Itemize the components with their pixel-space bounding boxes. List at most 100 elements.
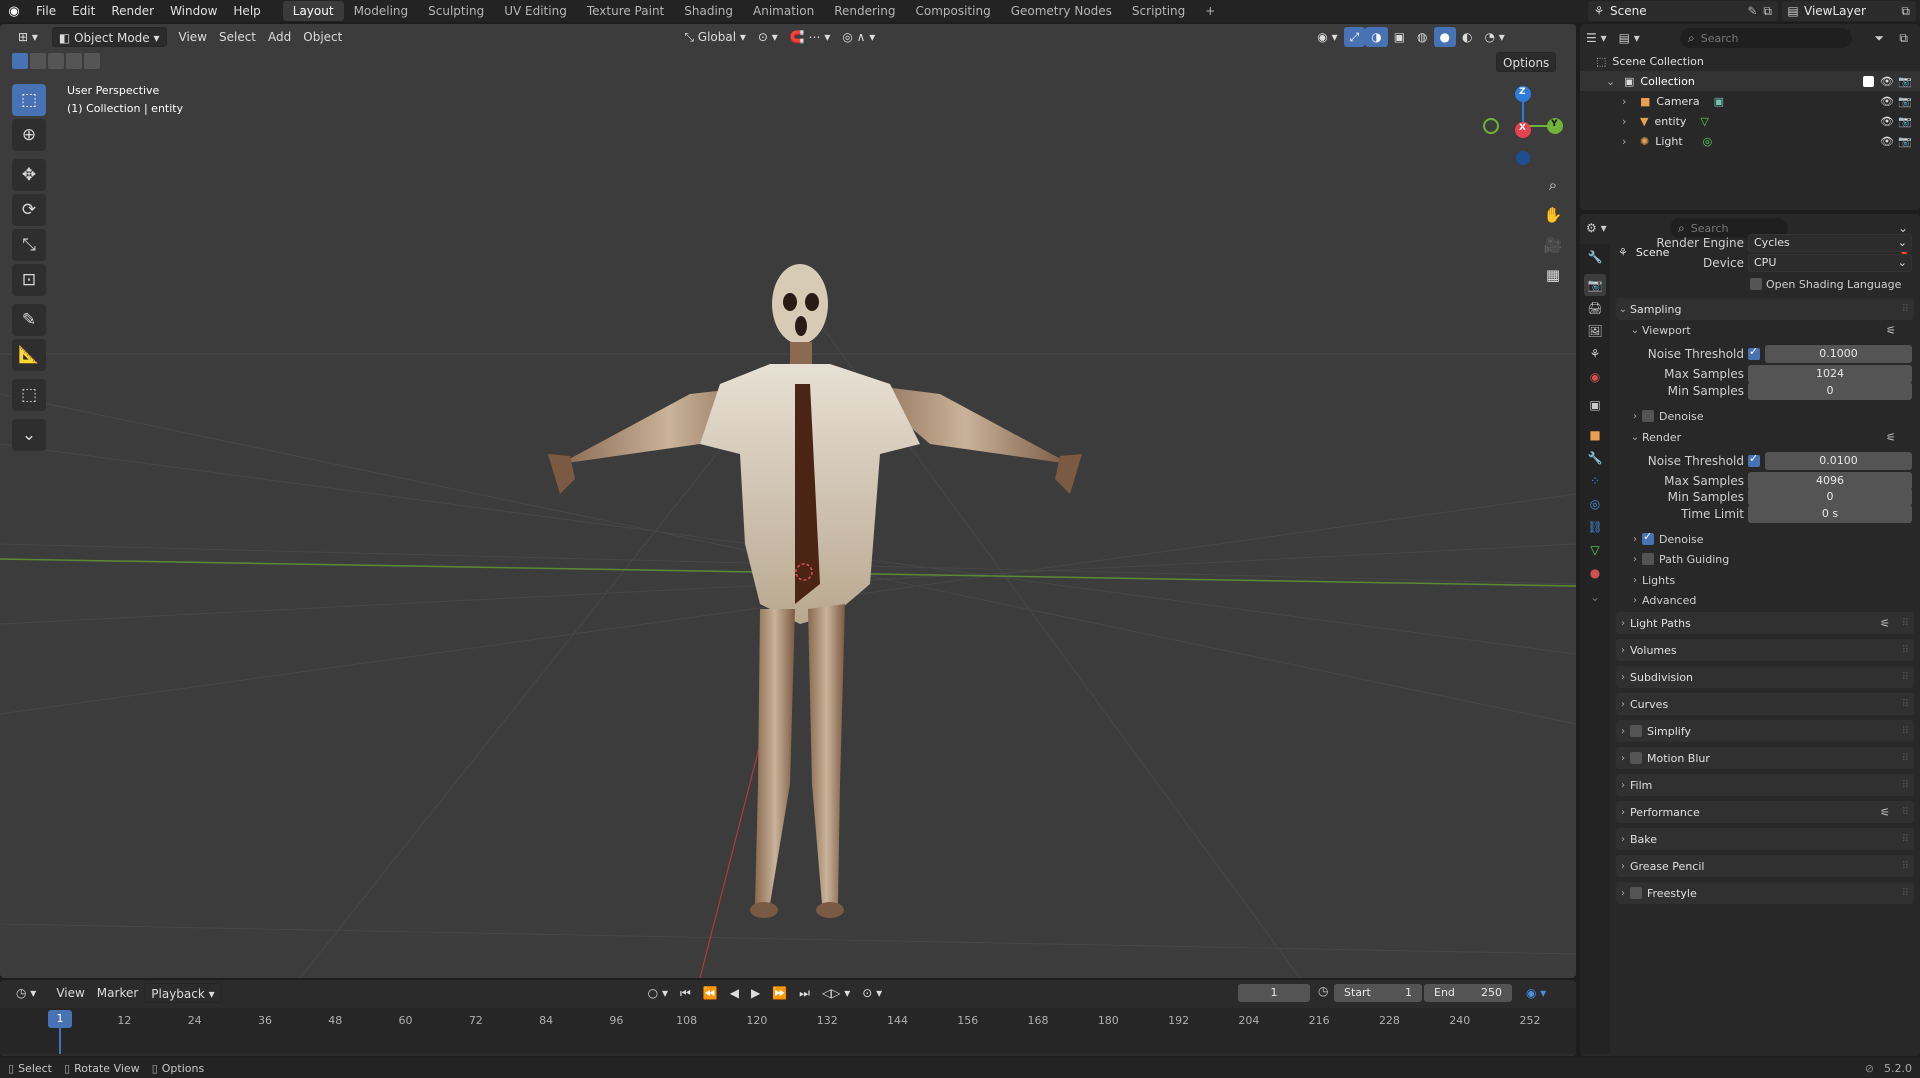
material-tab-icon[interactable]: ● (1584, 562, 1606, 584)
editor-type-icon[interactable]: ⊞ ▾ (12, 27, 44, 47)
render-time-limit-field[interactable]: 0 s (1748, 505, 1912, 523)
camera-visibility-icon[interactable]: 👁 (1880, 95, 1894, 108)
mode-selector[interactable]: ◧ Object Mode ▾ (51, 27, 167, 47)
jump-start-icon[interactable]: ⏮ (674, 983, 697, 1003)
viewport-max-samples-field[interactable]: 1024 (1748, 365, 1912, 383)
transform-orientation-selector[interactable]: ⤡ Global ▾ (678, 27, 752, 47)
panel-presets-icon[interactable]: ⚟ (1880, 617, 1890, 630)
filter-icon[interactable]: ⏷ (1874, 31, 1884, 46)
new-scene-icon[interactable]: ⧉ (1763, 4, 1772, 19)
render-subpanel-header[interactable]: ⌄ Render ⚟ (1628, 427, 1912, 447)
panel-simplify[interactable]: › Simplify ⠿ (1616, 720, 1914, 742)
move-tool[interactable]: ✥ (12, 159, 46, 191)
panel-grip-icon[interactable]: ⠿ (1902, 726, 1909, 737)
zoom-icon[interactable]: ⌕ (1540, 172, 1566, 198)
path-guiding-header[interactable]: › Path Guiding (1628, 549, 1912, 569)
tab-compositing[interactable]: Compositing (905, 1, 1000, 21)
rendered-shading-icon[interactable]: ◔ ▾ (1479, 27, 1511, 47)
pan-hand-icon[interactable]: ✋ (1540, 202, 1566, 228)
record-icon[interactable]: ○ ▾ (642, 983, 674, 1003)
render-presets-icon[interactable]: ⚟ (1886, 431, 1896, 444)
snap-icon[interactable]: 🧲 ⋯ ▾ (784, 27, 837, 47)
timeline-editor-icon[interactable]: ◷ ▾ (10, 983, 42, 1003)
properties-editor-icon[interactable]: ⚙ ▾ (1586, 221, 1607, 235)
outliner-item-camera[interactable]: › ■ Camera ▣ 👁 📷 (1580, 91, 1920, 111)
panel-bake[interactable]: › Bake ⠿ (1616, 828, 1914, 850)
visibility-icon[interactable]: ◉ ▾ (1311, 27, 1343, 47)
view-layer-tab-icon[interactable]: 🖼 (1584, 320, 1606, 342)
tab-uv-editing[interactable]: UV Editing (494, 1, 577, 21)
collection-render-icon[interactable]: 📷 (1898, 75, 1912, 88)
panel-checkbox[interactable] (1630, 752, 1642, 764)
select-invert-icon[interactable] (66, 53, 82, 69)
panel-grip-icon[interactable]: ⠿ (1902, 780, 1909, 791)
auto-key-icon[interactable]: ⊙ ▾ (856, 983, 888, 1003)
transform-origin-tool[interactable]: ⌄ (12, 419, 46, 451)
particles-tab-icon[interactable]: ⁘ (1584, 470, 1606, 492)
timeline[interactable]: ◷ ▾ View Marker Playback ▾ ○ ▾ ⏮ ⏪ ◀ ▶ ⏩… (0, 980, 1576, 1056)
transform-tool[interactable]: ⊡ (12, 264, 46, 296)
tab-scripting[interactable]: Scripting (1122, 1, 1195, 21)
timeline-track[interactable] (0, 1008, 1576, 1054)
menu-window[interactable]: Window (162, 0, 225, 22)
viewport-menu-view[interactable]: View (173, 27, 213, 47)
wireframe-shading-icon[interactable]: ◍ (1411, 27, 1433, 47)
scene-tab-icon[interactable]: ⚘ (1584, 343, 1606, 365)
panel-checkbox[interactable] (1630, 725, 1642, 737)
osl-checkbox[interactable] (1750, 278, 1762, 290)
panel-curves[interactable]: › Curves ⠿ (1616, 693, 1914, 715)
outliner-collection[interactable]: ⌄ ▣ Collection 👁 📷 (1580, 71, 1920, 91)
panel-grip-icon[interactable]: ⠿ (1902, 618, 1909, 629)
outliner-item-light[interactable]: › ✺ Light ◎ 👁 📷 (1580, 131, 1920, 151)
tab-geometry-nodes[interactable]: Geometry Nodes (1001, 1, 1122, 21)
solid-shading-icon[interactable]: ● (1433, 27, 1457, 47)
perspective-toggle-icon[interactable]: ▦ (1540, 262, 1566, 288)
light-render-icon[interactable]: 📷 (1898, 135, 1912, 148)
outliner-search-input[interactable]: ⌕ Search (1680, 28, 1852, 48)
render-noise-threshold-field[interactable]: 0.0100 (1765, 452, 1912, 470)
new-view-layer-icon[interactable]: ⧉ (1901, 4, 1910, 19)
viewport-menu-add[interactable]: Add (262, 27, 297, 47)
play-reverse-icon[interactable]: ◀ (724, 983, 745, 1003)
object-tab-icon[interactable]: ■ (1584, 424, 1606, 446)
render-denoise-header[interactable]: › Denoise (1628, 529, 1912, 549)
panel-grip-icon[interactable]: ⠿ (1902, 861, 1909, 872)
constraints-tab-icon[interactable]: ⛓ (1584, 516, 1606, 538)
camera-view-icon[interactable]: 🎥 (1540, 232, 1566, 258)
data-tab-icon[interactable]: ▽ (1584, 539, 1606, 561)
panel-light-paths[interactable]: › Light Paths ⚟ ⠿ (1616, 612, 1914, 634)
render-tab-icon[interactable]: 📷 (1584, 274, 1606, 296)
modifier-tab-icon[interactable]: 🔧 (1584, 447, 1606, 469)
select-extend-icon[interactable] (30, 53, 46, 69)
collection-tab-icon[interactable]: ▣ (1584, 394, 1606, 416)
current-frame-field[interactable]: 1 (1238, 984, 1310, 1002)
path-guiding-checkbox[interactable] (1642, 553, 1654, 565)
outliner-item-entity[interactable]: › ▼ entity ▽ 👁 📷 (1580, 111, 1920, 131)
panel-grip-icon[interactable]: ⠿ (1902, 888, 1909, 899)
end-frame-field[interactable]: End 250 (1424, 984, 1512, 1002)
lights-subpanel-header[interactable]: › Lights (1628, 570, 1912, 590)
material-shading-icon[interactable]: ◐ (1456, 27, 1478, 47)
add-workspace-button[interactable]: + (1195, 1, 1225, 21)
playhead-frame-badge[interactable]: 1 (48, 1010, 72, 1028)
panel-performance[interactable]: › Performance ⚟ ⠿ (1616, 801, 1914, 823)
viewport-noise-threshold-field[interactable]: 0.1000 (1765, 345, 1912, 363)
output-tab-icon[interactable]: 🖨 (1584, 297, 1606, 319)
osl-row[interactable]: Open Shading Language (1750, 274, 1910, 294)
overlay-toggle-icon[interactable]: ◑ (1365, 27, 1388, 47)
3d-viewport[interactable]: Z Y X ⊞ ▾ ◧ Object Mode ▾ View Select Ad… (0, 24, 1576, 978)
expand-entity-icon[interactable]: › (1622, 115, 1634, 128)
timeline-menu-playback[interactable]: Playback ▾ (144, 983, 222, 1003)
tab-sculpting[interactable]: Sculpting (418, 1, 494, 21)
collection-checkbox[interactable] (1863, 73, 1874, 87)
select-subtract-icon[interactable] (48, 53, 64, 69)
add-cube-tool[interactable]: ⬚ (12, 379, 46, 411)
panel-grip-icon[interactable]: ⠿ (1902, 753, 1909, 764)
keying-icon[interactable]: ◁▷ ▾ (816, 983, 856, 1003)
panel-film[interactable]: › Film ⠿ (1616, 774, 1914, 796)
light-visibility-icon[interactable]: 👁 (1880, 135, 1894, 148)
select-new-icon[interactable] (12, 53, 28, 69)
expand-light-icon[interactable]: › (1622, 135, 1634, 148)
properties-options-icon[interactable]: ⌄ (1898, 221, 1908, 235)
start-frame-field[interactable]: Start 1 (1334, 984, 1422, 1002)
